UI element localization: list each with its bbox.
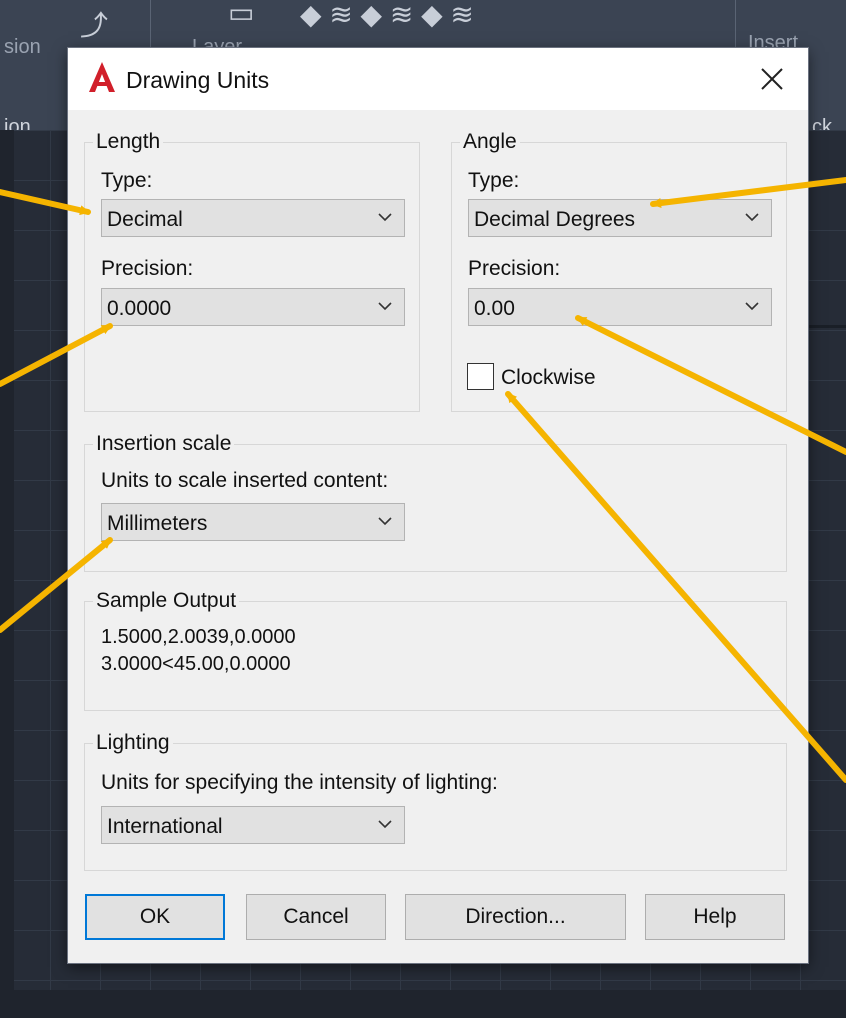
ribbon-separator [150,0,151,50]
insertion-scale-group-title: Insertion scale [93,432,235,456]
angle-type-label: Type: [468,169,520,192]
insertion-scale-group: Insertion scale Units to scale inserted … [84,432,787,572]
chevron-down-icon [378,302,392,311]
angle-precision-label: Precision: [468,257,561,280]
dialog-title: Drawing Units [126,67,270,93]
chevron-down-icon [378,517,392,526]
length-type-label: Type: [101,169,153,192]
sample-output-group: Sample Output 1.5000,2.0039,0.0000 3.000… [84,589,787,711]
chevron-down-icon [378,213,392,222]
length-precision-label: Precision: [101,257,194,280]
left-strip [0,130,14,1018]
lighting-units-label: Units for specifying the intensity of li… [101,771,498,794]
angle-group: Angle Type: Decimal Degrees Precision: 0… [451,130,787,412]
clockwise-label[interactable]: Clockwise [501,366,596,390]
chevron-down-icon [378,820,392,829]
close-icon[interactable] [754,62,790,96]
angle-precision-dropdown[interactable]: 0.00 [468,288,772,326]
help-button[interactable]: Help [645,894,785,940]
ribbon-layer-icon[interactable]: ▭ [228,0,254,29]
length-precision-dropdown[interactable]: 0.0000 [101,288,405,326]
insertion-units-dropdown[interactable]: Millimeters [101,503,405,541]
lighting-units-dropdown[interactable]: International [101,806,405,844]
lighting-group-title: Lighting [93,731,173,755]
angle-precision-value: 0.00 [474,297,515,320]
clockwise-checkbox[interactable] [467,363,494,390]
direction-button[interactable]: Direction... [405,894,626,940]
length-type-value: Decimal [107,208,183,231]
canvas-line [808,325,846,328]
sample-output-line-1: 1.5000,2.0039,0.0000 [101,626,296,648]
angle-group-title: Angle [460,130,520,154]
length-precision-value: 0.0000 [107,297,172,320]
ok-button[interactable]: OK [85,894,225,940]
insertion-units-label: Units to scale inserted content: [101,469,389,492]
status-bar [0,990,846,1018]
ribbon-polyline-icon[interactable]: ⤴ [80,4,108,44]
autocad-app-icon [89,62,115,92]
angle-type-value: Decimal Degrees [474,208,636,231]
dialog-titlebar[interactable]: Drawing Units [68,48,808,110]
sample-output-group-title: Sample Output [93,589,240,613]
chevron-down-icon [745,213,759,222]
length-group: Length Type: Decimal Precision: 0.0000 [84,130,420,412]
cancel-button[interactable]: Cancel [246,894,386,940]
ribbon-layer-tools-icon[interactable]: ◆ ≋ ◆ ≋ ◆ ≋ [300,0,474,31]
insertion-units-value: Millimeters [107,512,208,535]
chevron-down-icon [745,302,759,311]
ribbon-label-dimension: sion [4,36,41,58]
lighting-units-value: International [107,815,223,838]
sample-output-line-2: 3.0000<45.00,0.0000 [101,653,291,675]
angle-type-dropdown[interactable]: Decimal Degrees [468,199,772,237]
length-type-dropdown[interactable]: Decimal [101,199,405,237]
ribbon-separator [735,0,736,50]
length-group-title: Length [93,130,164,154]
lighting-group: Lighting Units for specifying the intens… [84,731,787,871]
drawing-units-dialog: Drawing Units Length Type: Decimal Preci… [68,48,808,963]
